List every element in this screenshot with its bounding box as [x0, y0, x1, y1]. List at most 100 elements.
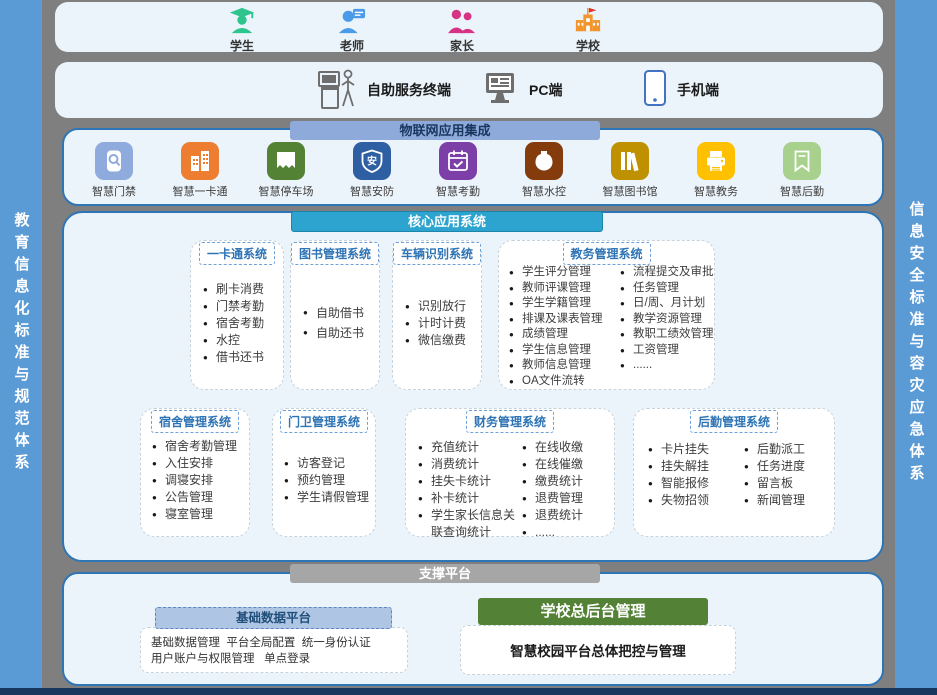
list-item: 失物招领 [648, 492, 728, 509]
school-admin-description: 智慧校园平台总体把控与管理 [510, 640, 686, 660]
iot-access-control-label: 智慧门禁 [71, 183, 157, 199]
list-item: 宿舍考勤管理 [152, 438, 237, 455]
svg-text:安: 安 [367, 155, 377, 168]
terminal-kiosk-label: 自助服务终端 [367, 80, 451, 100]
list-item: 自助借书 [303, 303, 364, 323]
iot-parking-label: 智慧停车场 [243, 183, 329, 199]
list-item: 消费统计 [418, 456, 518, 473]
list-item: 挂失卡统计 [418, 473, 518, 490]
user-parents: 家长 [430, 7, 494, 54]
iot-water-label: 智慧水控 [501, 183, 587, 199]
list-item: ...... [522, 524, 606, 541]
school-admin-banner: 学校总后台管理 [478, 598, 708, 625]
list-item: 入住安排 [152, 455, 237, 472]
support-section-banner: 支撑平台 [290, 564, 600, 583]
list-item: 识别放行 [405, 298, 466, 315]
list-item: 排课及课表管理 [509, 312, 617, 328]
list-item: 学生家长信息关联查询统计 [418, 507, 518, 541]
iot-onecard-label: 智慧一卡通 [157, 183, 243, 199]
phone-icon [643, 69, 667, 112]
list-item: 新闻管理 [744, 492, 824, 509]
list-item: 退费管理 [522, 490, 606, 507]
list-item: 教师信息管理 [509, 358, 617, 374]
student-icon [210, 7, 274, 35]
list-item: 教学资源管理 [620, 312, 720, 328]
water-control-icon [525, 142, 563, 180]
iot-academic: 智慧教务 [673, 142, 759, 199]
onecard-icon [181, 142, 219, 180]
iot-security: 安 智慧安防 [329, 142, 415, 199]
users-panel: 学生 老师 [55, 2, 883, 52]
iot-access-control: 智慧门禁 [71, 142, 157, 199]
user-teacher: 老师 [320, 7, 384, 54]
list-item: 教师评课管理 [509, 281, 617, 297]
system-vehicle: 车辆识别系统 识别放行 计时计费 微信缴费 [392, 240, 482, 390]
core-section-banner: 核心应用系统 [291, 211, 603, 232]
list-item: 任务管理 [620, 281, 720, 297]
list-item: 学生请假管理 [284, 489, 369, 506]
left-sidebar-label: 教育信息化标准与规范体系 [11, 212, 32, 476]
list-item: 补卡统计 [418, 490, 518, 507]
list-item: ...... [620, 358, 720, 374]
base-platform-line1: 基础数据管理 平台全局配置 统一身份认证 [151, 637, 371, 649]
terminal-mobile-label: 手机端 [677, 80, 719, 100]
access-control-icon [95, 142, 133, 180]
smart-campus-architecture-diagram: 教育信息化标准与规范体系 信息安全标准与容灾应急体系 学生 [0, 0, 937, 695]
list-item: 调寝安排 [152, 472, 237, 489]
school-admin-box: 智慧校园平台总体把控与管理 [460, 625, 736, 675]
terminal-kiosk: 自助服务终端 [317, 62, 451, 118]
system-gatekeeper-title: 门卫管理系统 [280, 410, 368, 433]
user-parents-label: 家长 [430, 37, 494, 54]
terminals-panel: 自助服务终端 PC端 [55, 62, 883, 118]
list-item: 自助还书 [303, 323, 364, 343]
iot-water: 智慧水控 [501, 142, 587, 199]
user-teacher-label: 老师 [320, 37, 384, 54]
list-item: 水控 [203, 332, 264, 349]
teacher-icon [320, 7, 384, 35]
base-platform-line2: 用户账户与权限管理 单点登录 [151, 653, 310, 665]
list-item: 在线收缴 [522, 439, 606, 456]
list-item: 访客登记 [284, 455, 369, 472]
system-finance-title: 财务管理系统 [466, 410, 554, 433]
security-shield-icon: 安 [353, 142, 391, 180]
list-item: 预约管理 [284, 472, 369, 489]
iot-library: 智慧图书馆 [587, 142, 673, 199]
list-item: 智能报修 [648, 475, 728, 492]
terminal-pc: PC端 [483, 62, 562, 118]
logistics-bookmark-icon [783, 142, 821, 180]
list-item: 刷卡消费 [203, 281, 264, 298]
parking-icon [267, 142, 305, 180]
list-item: 缴费统计 [522, 473, 606, 490]
list-item: 后勤派工 [744, 441, 824, 458]
user-school-label: 学校 [556, 37, 620, 54]
iot-security-label: 智慧安防 [329, 183, 415, 199]
list-item: 退费统计 [522, 507, 606, 524]
list-item: 留言板 [744, 475, 824, 492]
attendance-calendar-icon [439, 142, 477, 180]
system-vehicle-title: 车辆识别系统 [393, 242, 481, 265]
list-item: OA文件流转 [509, 374, 617, 390]
system-finance: 财务管理系统 充值统计 消费统计 挂失卡统计 补卡统计 学生家长信息关联查询统计… [405, 408, 615, 537]
terminal-pc-label: PC端 [529, 80, 562, 100]
user-student: 学生 [210, 7, 274, 54]
list-item: 任务进度 [744, 458, 824, 475]
list-item: 日/周、月计划 [620, 296, 720, 312]
iot-onecard: 智慧一卡通 [157, 142, 243, 199]
list-item: 挂失解挂 [648, 458, 728, 475]
list-item: 流程提交及审批 [620, 265, 720, 281]
iot-logistics-label: 智慧后勤 [759, 183, 845, 199]
list-item: 学生评分管理 [509, 265, 617, 281]
academic-affairs-icon [697, 142, 735, 180]
iot-attendance: 智慧考勤 [415, 142, 501, 199]
user-school: 学校 [556, 7, 620, 54]
system-logistics: 后勤管理系统 卡片挂失 挂失解挂 智能报修 失物招领 后勤派工 任务进度 留言板… [633, 408, 835, 537]
iot-academic-label: 智慧教务 [673, 183, 759, 199]
list-item: 在线催缴 [522, 456, 606, 473]
list-item: 寝室管理 [152, 506, 237, 523]
system-onecard: 一卡通系统 刷卡消费 门禁考勤 宿舍考勤 水控 借书还书 [190, 240, 284, 390]
list-item: 学生学籍管理 [509, 296, 617, 312]
terminal-mobile: 手机端 [643, 62, 719, 118]
library-books-icon [611, 142, 649, 180]
system-dormitory-title: 宿舍管理系统 [151, 410, 239, 433]
school-icon [556, 7, 620, 35]
